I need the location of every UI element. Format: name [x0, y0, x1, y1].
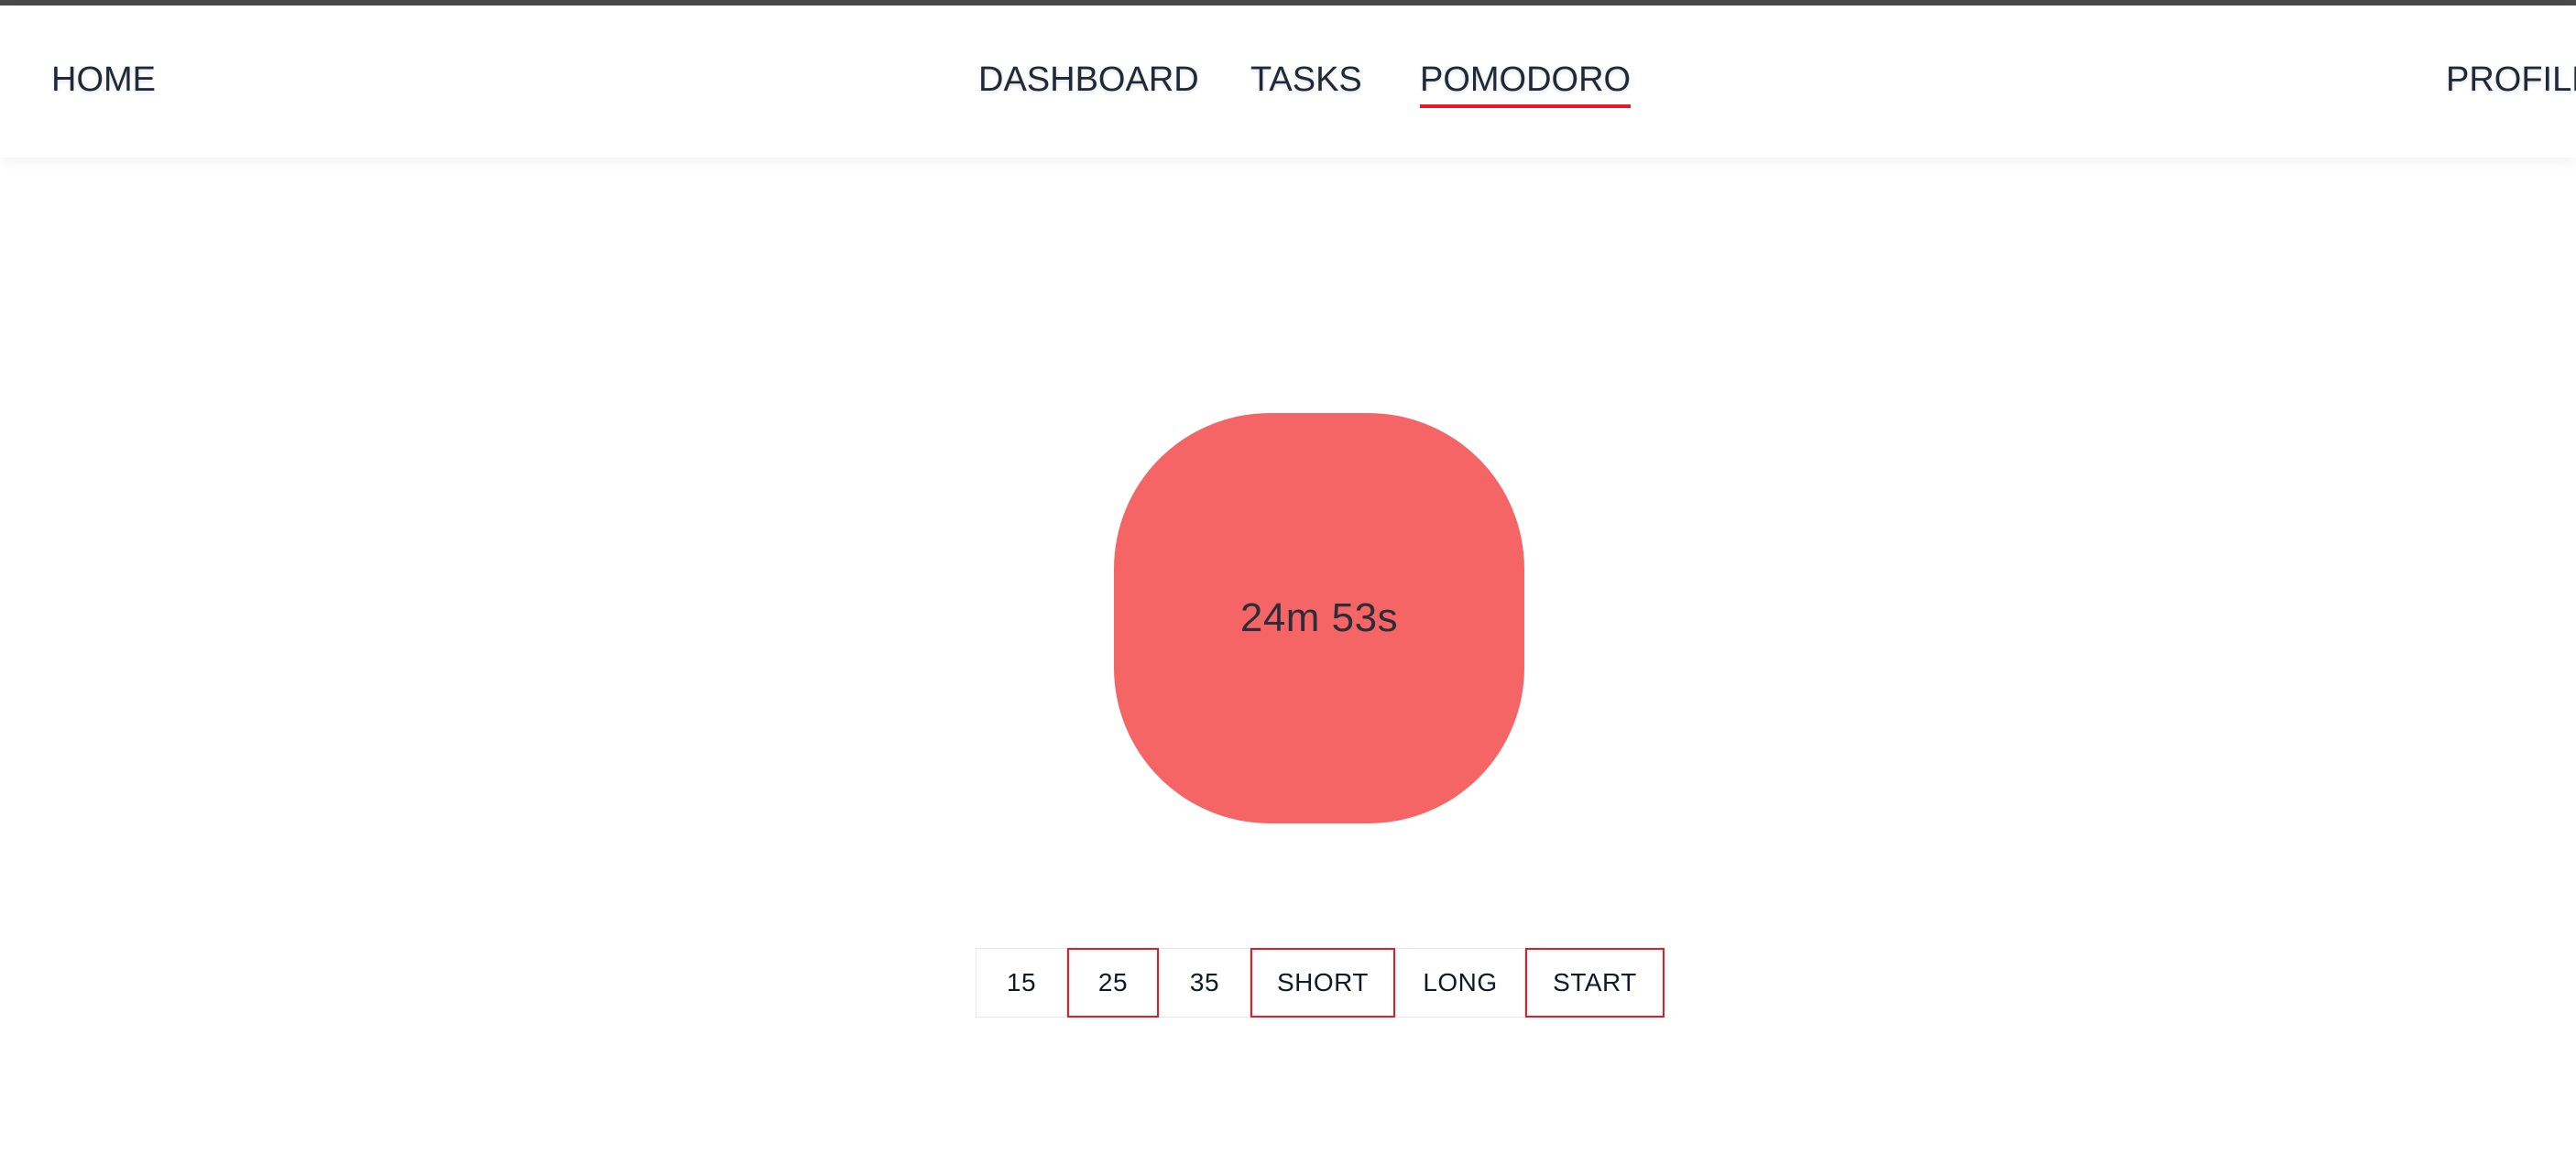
- duration-25-button[interactable]: 25: [1067, 948, 1159, 1018]
- short-break-button[interactable]: SHORT: [1250, 948, 1395, 1018]
- nav-home-link[interactable]: HOME: [51, 59, 156, 101]
- pomodoro-timer: 24m 53s: [1114, 413, 1524, 823]
- timer-controls: 15 25 35 SHORT LONG START: [976, 948, 1665, 1018]
- long-break-button[interactable]: LONG: [1395, 948, 1525, 1018]
- nav-dashboard-link[interactable]: DASHBOARD: [978, 59, 1199, 101]
- start-button[interactable]: START: [1525, 948, 1665, 1018]
- timer-countdown: 24m 53s: [1239, 595, 1399, 640]
- nav-profile-link[interactable]: PROFILE: [2446, 59, 2576, 101]
- duration-35-button[interactable]: 35: [1159, 948, 1250, 1018]
- nav-pomodoro-link[interactable]: POMODORO: [1420, 59, 1632, 108]
- nav-tasks-link[interactable]: TASKS: [1250, 59, 1362, 101]
- top-navbar: HOME DASHBOARD TASKS POMODORO PROFILE: [0, 5, 2576, 158]
- duration-15-button[interactable]: 15: [976, 948, 1067, 1018]
